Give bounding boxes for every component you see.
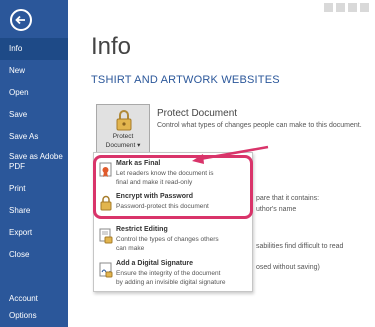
menu-item-description: Control the types of changes others can … [116, 236, 219, 252]
page-title: Info [91, 33, 132, 60]
document-lock-icon [99, 228, 113, 244]
nav-item-open[interactable]: Open [0, 82, 68, 104]
menu-item-title: Restrict Editing [116, 226, 168, 233]
nav-item-print[interactable]: Print [0, 178, 68, 200]
maximize-icon[interactable] [348, 3, 357, 12]
inspect-text: pare that it contains: [256, 195, 320, 202]
inspect-text: sabilities find difficult to read [256, 243, 344, 250]
versions-text: osed without saving) [256, 264, 320, 271]
protect-document-button[interactable]: Protect Document ▾ [96, 104, 150, 156]
nav-item-close[interactable]: Close [0, 244, 68, 266]
nav-item-new[interactable]: New [0, 60, 68, 82]
menu-item-description: Ensure the integrity of the document by … [116, 270, 226, 286]
protect-button-label: Protect [112, 133, 134, 140]
protect-description: Control what types of changes people can… [157, 122, 362, 129]
restore-icon[interactable] [336, 3, 345, 12]
annotation-highlight-box [93, 155, 253, 219]
nav-item-save[interactable]: Save [0, 104, 68, 126]
menu-item-title: Add a Digital Signature [116, 260, 194, 267]
document-title: TSHIRT AND ARTWORK WEBSITES [91, 74, 280, 86]
inspect-text: uthor's name [256, 206, 297, 213]
minimize-icon[interactable] [324, 3, 333, 12]
nav-item-save-as[interactable]: Save As [0, 126, 68, 148]
menu-item-add-digital-signature[interactable]: Add a Digital Signature Ensure the integ… [94, 260, 252, 290]
protect-heading: Protect Document [157, 108, 238, 119]
lock-key-icon [116, 110, 132, 131]
backstage-nav: Info New Open Save Save As Save as Adobe… [0, 0, 68, 327]
nav-item-options[interactable]: Options [0, 305, 68, 327]
close-window-icon[interactable] [360, 3, 369, 12]
nav-item-export[interactable]: Export [0, 222, 68, 244]
nav-item-info[interactable]: Info [0, 38, 68, 60]
signature-icon [99, 262, 113, 278]
nav-item-share[interactable]: Share [0, 200, 68, 222]
nav-menu: Info New Open Save Save As Save as Adobe… [0, 38, 68, 266]
nav-item-save-as-pdf[interactable]: Save as Adobe PDF [0, 148, 68, 178]
protect-button-label-dropdown: Document ▾ [105, 142, 141, 149]
menu-item-restrict-editing[interactable]: Restrict Editing Control the types of ch… [94, 226, 252, 256]
back-arrow-icon[interactable] [10, 9, 32, 31]
